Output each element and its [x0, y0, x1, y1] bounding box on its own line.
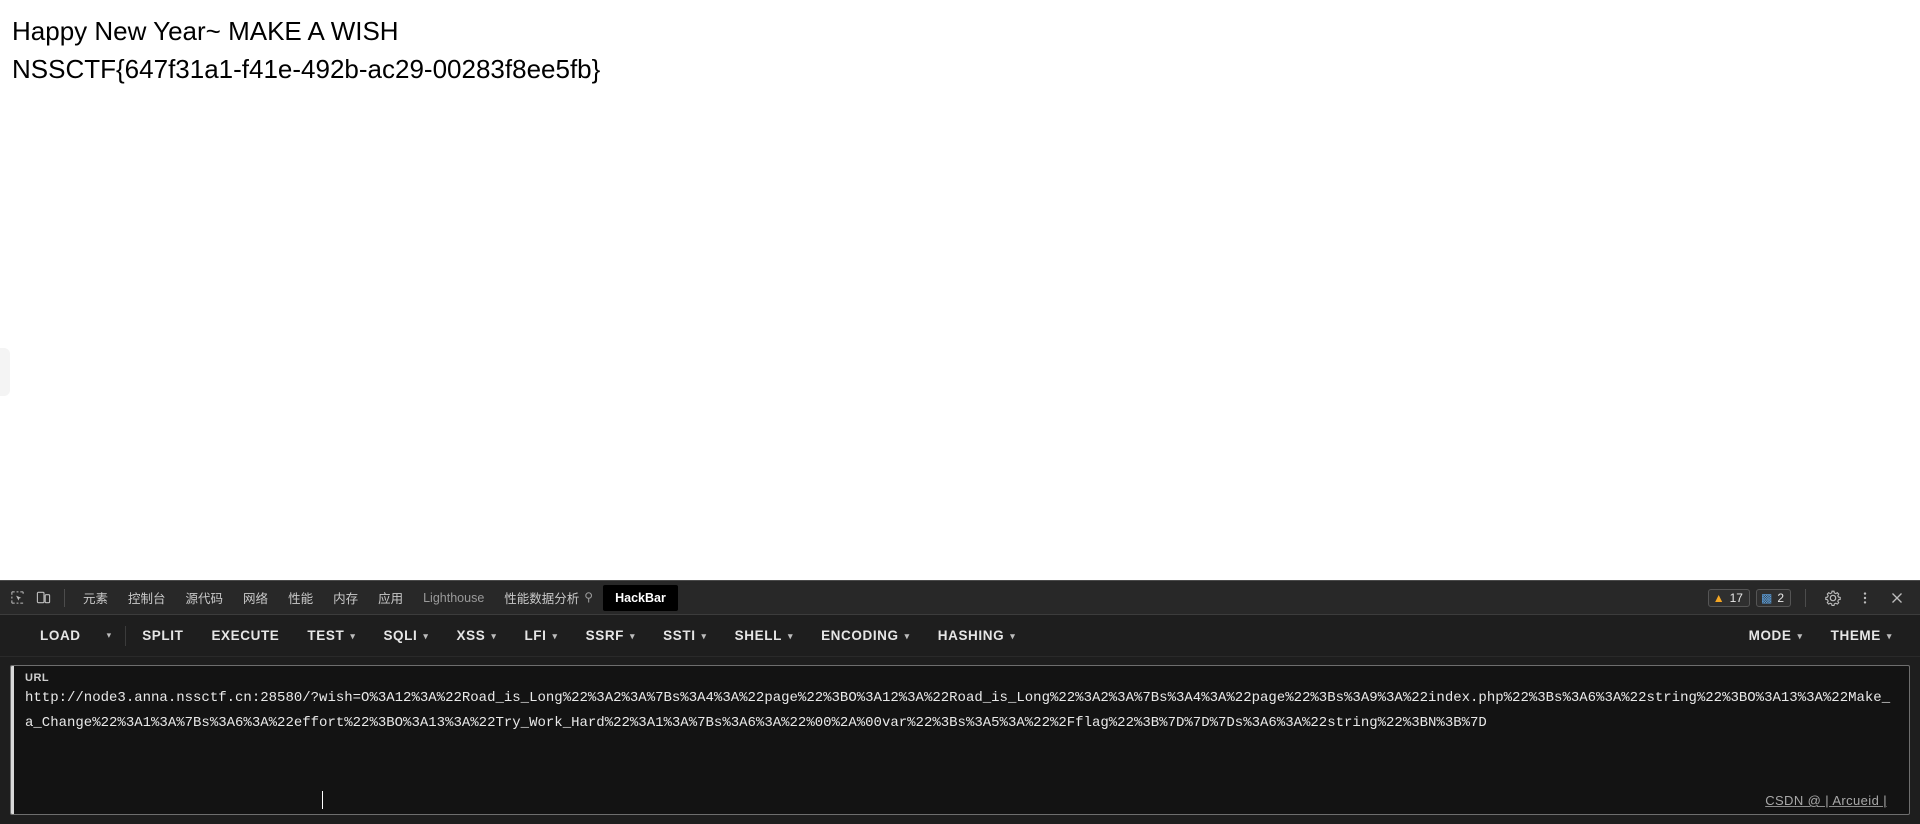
devtools-status-area: ▲ 17 ▩ 2	[1707, 585, 1914, 611]
chevron-down-icon: ▾	[552, 631, 558, 641]
tab-label: 网络	[243, 592, 269, 606]
devtools-panel: 元素 控制台 源代码 网络 性能 内存 应用 Lighthouse 性能数据分析…	[0, 580, 1920, 824]
devtools-tab-memory[interactable]: 内存	[323, 583, 368, 612]
close-icon[interactable]	[1884, 585, 1910, 611]
url-input[interactable]: http://node3.anna.nssctf.cn:28580/?wish=…	[11, 686, 1909, 736]
hackbar-test-menu[interactable]: TEST ▾	[293, 622, 369, 649]
chevron-down-icon: ▾	[904, 631, 910, 641]
hackbar-load-dropdown-icon[interactable]: ▾	[95, 624, 124, 647]
hackbar-xss-menu[interactable]: XSS ▾	[442, 622, 510, 649]
chevron-down-icon: ▾	[423, 631, 429, 641]
devtools-tab-hackbar[interactable]: HackBar	[603, 584, 678, 611]
tab-label: 元素	[83, 592, 109, 606]
hackbar-encoding-menu[interactable]: ENCODING ▾	[807, 622, 924, 649]
device-toolbar-icon[interactable]	[30, 585, 56, 611]
button-label: SSRF	[585, 628, 625, 643]
tab-label: 源代码	[185, 592, 224, 606]
message-bubble-icon: ▩	[1760, 590, 1773, 605]
csdn-watermark: CSDN @ | Arcueid |	[1765, 793, 1887, 808]
button-label: LOAD	[40, 628, 81, 643]
button-label: ENCODING	[821, 628, 899, 643]
tab-label: 控制台	[128, 592, 166, 606]
hackbar-divider	[125, 625, 127, 646]
hackbar-split-button[interactable]: SPLIT	[128, 622, 197, 649]
button-label: EXECUTE	[211, 628, 280, 643]
status-divider	[1805, 588, 1806, 607]
page-wish-heading: Happy New Year~ MAKE A WISH	[12, 16, 399, 46]
hackbar-execute-button[interactable]: EXECUTE	[197, 622, 293, 649]
button-label: HASHING	[937, 628, 1005, 643]
warning-triangle-icon: ▲	[1712, 590, 1725, 605]
inspect-element-icon[interactable]	[4, 585, 30, 611]
button-label: SSTI	[663, 628, 696, 643]
hackbar-right-group: MODE ▾ THEME ▾	[1735, 622, 1906, 649]
tab-label: 内存	[333, 592, 359, 606]
hackbar-lfi-menu[interactable]: LFI ▾	[510, 622, 571, 649]
warning-counter[interactable]: ▲ 17	[1707, 588, 1750, 607]
url-field-container[interactable]: URL http://node3.anna.nssctf.cn:28580/?w…	[10, 665, 1910, 815]
chevron-down-icon: ▾	[787, 631, 794, 641]
page-edge-overlay	[0, 348, 10, 396]
chevron-down-icon: ▾	[1010, 631, 1016, 641]
kebab-menu-icon[interactable]	[1852, 585, 1878, 611]
hackbar-theme-menu[interactable]: THEME ▾	[1817, 622, 1906, 649]
chevron-down-icon: ▾	[491, 631, 497, 641]
message-counter[interactable]: ▩ 2	[1755, 588, 1791, 607]
hackbar-toolbar: LOAD ▾ SPLIT EXECUTE TEST ▾ SQLI ▾ XSS ▾…	[0, 615, 1920, 657]
message-count: 2	[1777, 590, 1784, 605]
flask-icon: ⚲	[584, 589, 594, 604]
chevron-down-icon: ▾	[350, 631, 356, 641]
tab-label: Lighthouse	[423, 590, 485, 605]
hackbar-ssti-menu[interactable]: SSTI ▾	[649, 622, 721, 649]
devtools-tab-console[interactable]: 控制台	[118, 583, 176, 612]
warning-count: 17	[1729, 590, 1743, 605]
text-cursor	[322, 791, 323, 809]
button-label: MODE	[1748, 628, 1792, 643]
button-label: LFI	[524, 628, 547, 643]
hackbar-mode-menu[interactable]: MODE ▾	[1735, 622, 1817, 649]
button-label: SPLIT	[142, 628, 184, 643]
tab-label: 性能数据分析	[504, 592, 580, 606]
browser-page-viewport: Happy New Year~ MAKE A WISH NSSCTF{647f3…	[0, 0, 1920, 580]
tab-label: 性能	[288, 592, 314, 606]
hackbar-shell-menu[interactable]: SHELL ▾	[721, 622, 807, 649]
button-label: SHELL	[734, 628, 782, 643]
button-label: TEST	[307, 628, 345, 643]
chevron-down-icon: ▾	[1797, 631, 1803, 641]
button-label: THEME	[1830, 628, 1881, 643]
chevron-down-icon: ▾	[1886, 631, 1892, 641]
hackbar-ssrf-menu[interactable]: SSRF ▾	[572, 622, 650, 649]
devtools-tab-performance[interactable]: 性能	[278, 583, 323, 612]
hackbar-hashing-menu[interactable]: HASHING ▾	[924, 622, 1030, 649]
gear-icon[interactable]	[1820, 585, 1846, 611]
devtools-tab-strip: 元素 控制台 源代码 网络 性能 内存 应用 Lighthouse 性能数据分析…	[0, 581, 1920, 615]
button-label: XSS	[456, 628, 486, 643]
page-flag-text: NSSCTF{647f31a1-f41e-492b-ac29-00283f8ee…	[12, 54, 601, 84]
hackbar-body: URL http://node3.anna.nssctf.cn:28580/?w…	[0, 657, 1920, 824]
url-field-label: URL	[25, 672, 50, 684]
tab-label: 应用	[378, 592, 404, 606]
devtools-tab-lighthouse[interactable]: Lighthouse	[413, 586, 494, 610]
chevron-down-icon: ▾	[630, 631, 636, 641]
devtools-tab-elements[interactable]: 元素	[73, 583, 118, 612]
hackbar-sqli-menu[interactable]: SQLI ▾	[369, 622, 442, 649]
devtools-tab-application[interactable]: 应用	[368, 583, 413, 612]
tab-label: HackBar	[615, 590, 666, 605]
chevron-down-icon: ▾	[701, 631, 707, 641]
hackbar-load-button[interactable]: LOAD	[26, 622, 95, 649]
toolbar-divider	[64, 588, 65, 607]
devtools-tab-sources[interactable]: 源代码	[176, 583, 234, 612]
button-label: SQLI	[383, 628, 418, 643]
devtools-tab-network[interactable]: 网络	[233, 583, 278, 612]
devtools-tab-performance-insights[interactable]: 性能数据分析 ⚲	[494, 583, 603, 612]
